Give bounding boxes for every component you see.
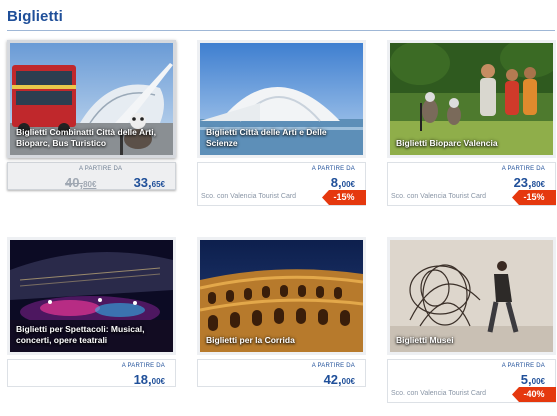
discount-badge: -15%: [322, 190, 366, 205]
ticket-card-image-link[interactable]: Biglietti per la Corrida: [197, 237, 366, 355]
from-label: A PARTIRE DA: [311, 166, 355, 172]
price-box: A PARTIRE DA 5,00€: [387, 359, 556, 387]
ticket-card-title[interactable]: Biglietti per Spettacoli: Musical, conce…: [16, 324, 168, 346]
price-box: A PARTIRE DA 42,00€: [197, 359, 366, 387]
old-price-decimal: 80€: [83, 180, 97, 189]
ticket-card-title[interactable]: Biglietti per la Corrida: [206, 335, 358, 346]
price-box: A PARTIRE DA 18,00€: [7, 359, 176, 387]
ticket-card-bioparc[interactable]: Biglietti Bioparc Valencia A PARTIRE DA …: [387, 40, 556, 206]
discount-text[interactable]: Sco. con Valencia Tourist Card: [391, 193, 486, 200]
price-box: A PARTIRE DA 8,00€: [197, 162, 366, 190]
price-decimal: 65€: [151, 180, 165, 189]
from-label: A PARTIRE DA: [121, 363, 165, 369]
tourist-card-discount[interactable]: Sco. con Valencia Tourist Card -40%: [387, 386, 556, 403]
ticket-card-city-of-arts[interactable]: Biglietti Città delle Arti e Delle Scien…: [197, 40, 366, 206]
section-title: Biglietti: [7, 8, 63, 25]
discount-text[interactable]: Sco. con Valencia Tourist Card: [201, 193, 296, 200]
ticket-card-image-link[interactable]: Biglietti Città delle Arti e Delle Scien…: [197, 40, 366, 158]
discount-badge: -15%: [512, 190, 556, 205]
price-box: A PARTIRE DA 23,80€: [387, 162, 556, 190]
ticket-card-shows[interactable]: Biglietti per Spettacoli: Musical, conce…: [7, 237, 176, 387]
price-integer: 18,: [133, 372, 152, 387]
price-box: A PARTIRE DA 40,80€ 33,65€: [7, 162, 176, 190]
price-integer: 8,: [330, 175, 342, 190]
price-decimal: 00€: [341, 377, 355, 386]
price-integer: 23,: [513, 175, 532, 190]
from-label: A PARTIRE DA: [501, 363, 545, 369]
price: 18,00€: [134, 371, 165, 389]
old-price-integer: 40,: [65, 175, 84, 190]
price-integer: 33,: [133, 175, 152, 190]
ticket-card-combined[interactable]: Biglietti Combinatti Città delle Arti, B…: [7, 40, 176, 190]
price: 42,00€: [324, 371, 355, 389]
ticket-card-title[interactable]: Biglietti Combinatti Città delle Arti, B…: [16, 127, 168, 149]
from-label: A PARTIRE DA: [501, 166, 545, 172]
price-decimal: 80€: [531, 180, 545, 189]
ticket-card-image-link[interactable]: Biglietti Musei: [387, 237, 556, 355]
title-divider: [7, 30, 555, 31]
tourist-card-discount[interactable]: Sco. con Valencia Tourist Card -15%: [387, 189, 556, 206]
price: 33,65€: [134, 174, 165, 192]
price-decimal: 00€: [341, 180, 355, 189]
from-label: A PARTIRE DA: [311, 363, 355, 369]
old-price: 40,80€: [65, 174, 96, 192]
ticket-card-image-link[interactable]: Biglietti per Spettacoli: Musical, conce…: [7, 237, 176, 355]
from-label: A PARTIRE DA: [79, 166, 123, 172]
price-decimal: 00€: [151, 377, 165, 386]
discount-text[interactable]: Sco. con Valencia Tourist Card: [391, 390, 486, 397]
price-decimal: 00€: [531, 377, 545, 386]
ticket-card-museums[interactable]: Biglietti Musei A PARTIRE DA 5,00€ Sco. …: [387, 237, 556, 403]
discount-badge: -40%: [512, 387, 556, 402]
price-integer: 5,: [520, 372, 532, 387]
price-integer: 42,: [323, 372, 342, 387]
ticket-card-image-link[interactable]: Biglietti Bioparc Valencia: [387, 40, 556, 158]
ticket-card-bullfight[interactable]: Biglietti per la Corrida A PARTIRE DA 42…: [197, 237, 366, 387]
tourist-card-discount[interactable]: Sco. con Valencia Tourist Card -15%: [197, 189, 366, 206]
ticket-card-image-link[interactable]: Biglietti Combinatti Città delle Arti, B…: [7, 40, 176, 158]
ticket-card-title[interactable]: Biglietti Bioparc Valencia: [396, 138, 548, 149]
ticket-card-title[interactable]: Biglietti Musei: [396, 335, 548, 346]
ticket-card-title[interactable]: Biglietti Città delle Arti e Delle Scien…: [206, 127, 358, 149]
